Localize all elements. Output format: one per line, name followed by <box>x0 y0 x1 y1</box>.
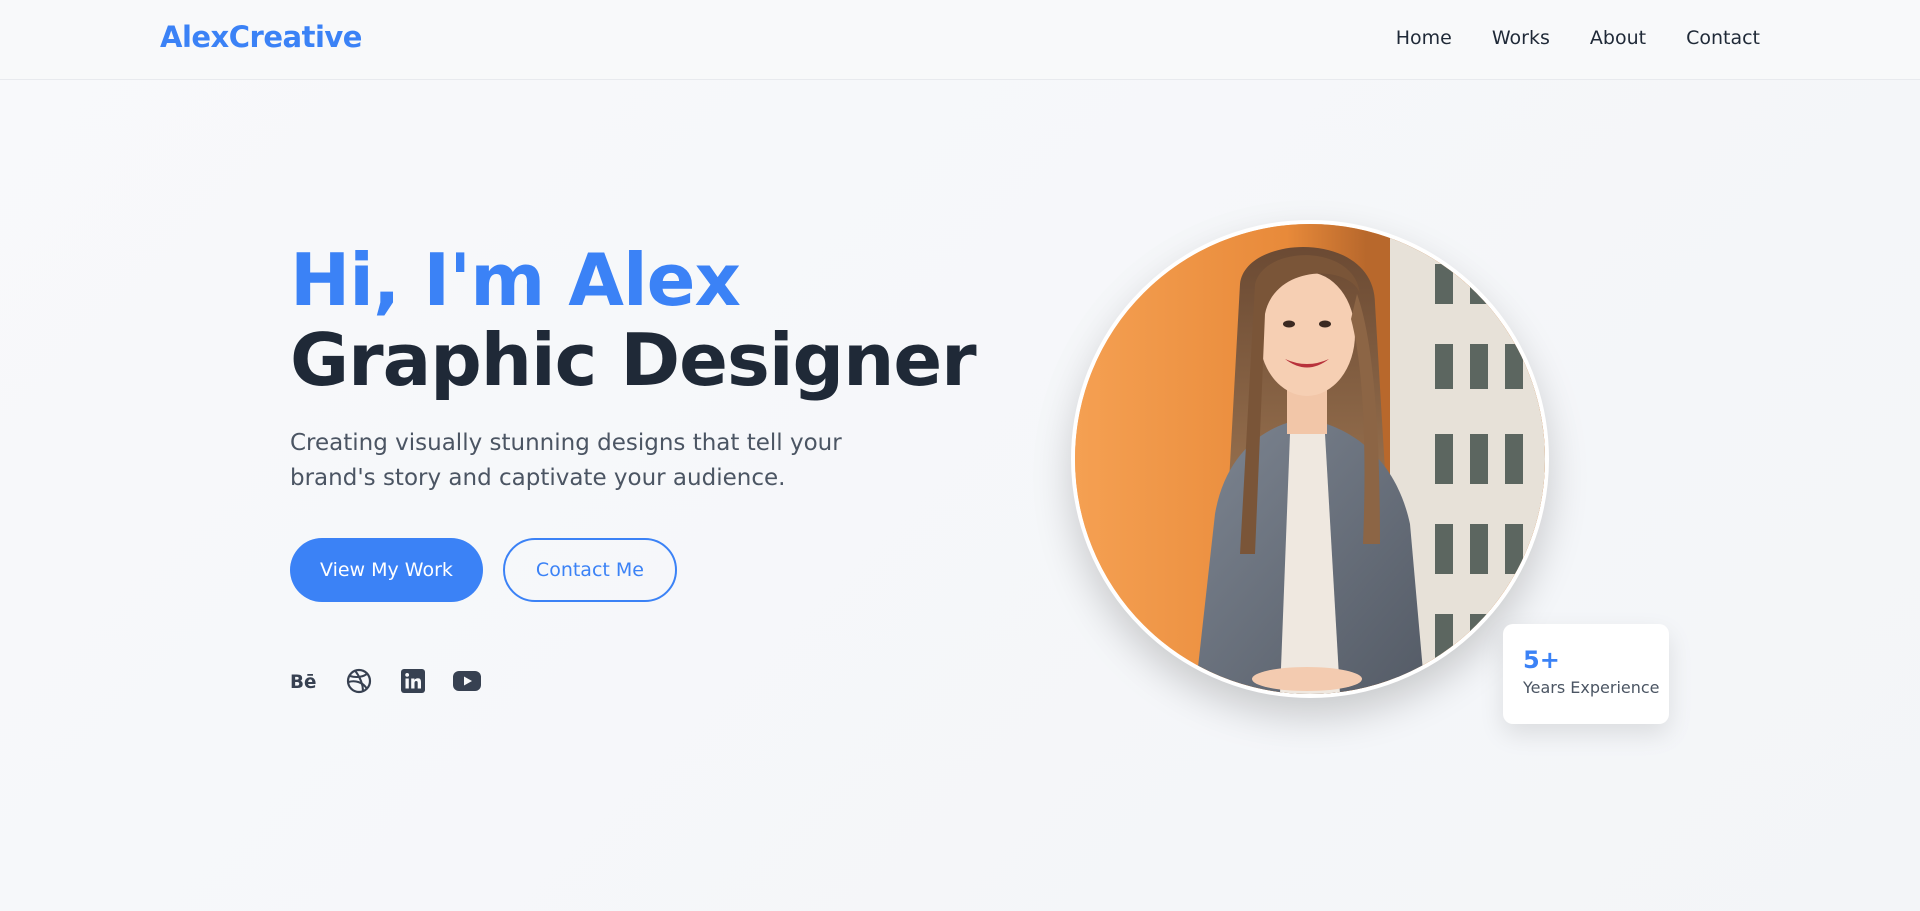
main-nav: Home Works About Contact <box>1396 27 1760 49</box>
nav-home[interactable]: Home <box>1396 27 1452 49</box>
nav-contact[interactable]: Contact <box>1686 27 1760 49</box>
profile-photo <box>1071 220 1549 698</box>
hero-section: Hi, I'm Alex Graphic Designer Creating v… <box>290 238 977 695</box>
hero-description: Creating visually stunning designs that … <box>290 430 842 491</box>
dribbble-icon[interactable] <box>344 666 373 695</box>
linkedin-icon[interactable] <box>398 666 427 695</box>
nav-works[interactable]: Works <box>1492 27 1550 49</box>
hero-buttons: View My Work Contact Me <box>290 538 930 602</box>
experience-label: Years Experience <box>1523 678 1660 697</box>
social-links: Bē <box>290 666 930 695</box>
site-header: AlexCreative Home Works About Contact <box>0 0 1920 80</box>
nav-about[interactable]: About <box>1590 27 1646 49</box>
hero-role: Graphic Designer <box>290 318 977 402</box>
view-my-work-button[interactable]: View My Work <box>290 538 483 602</box>
behance-icon[interactable]: Bē <box>290 666 319 695</box>
experience-years: 5+ <box>1523 646 1560 674</box>
experience-badge: 5+ Years Experience <box>1503 624 1669 724</box>
contact-me-button[interactable]: Contact Me <box>502 538 677 602</box>
hero-greeting: Hi, I'm Alex <box>290 238 741 322</box>
youtube-icon[interactable] <box>452 666 481 695</box>
profile-photo-illustration <box>1075 224 1545 694</box>
svg-text:Bē: Bē <box>290 671 316 691</box>
site-logo[interactable]: AlexCreative <box>160 20 362 54</box>
